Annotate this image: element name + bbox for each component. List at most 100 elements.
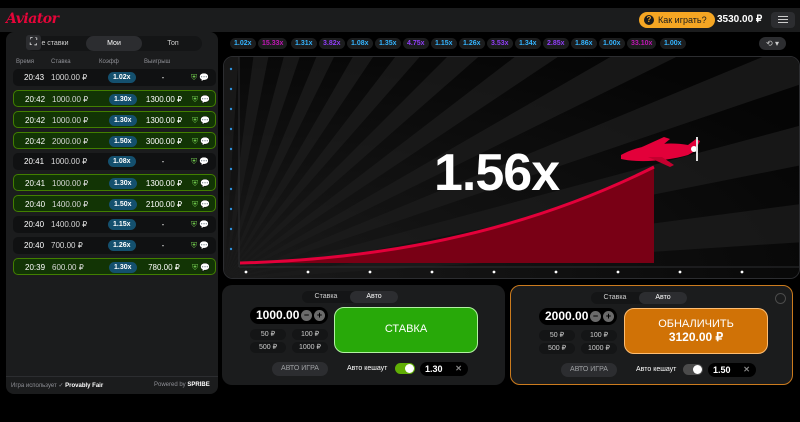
row-time: 20:40 [24,220,45,229]
history-multiplier: 4.75x [403,38,429,49]
cash-out-button[interactable]: ОБНАЛИЧИТЬ 3120.00 ₽ [624,308,768,354]
bet-amount-field[interactable]: 1000.00 − + [250,307,328,324]
bet-panel-1: Ставка Авто 1000.00 − + 50 ₽ 100 ₽ 500 ₽ 10… [222,285,505,385]
verify-icon[interactable]: ⛨ 💬 [192,178,210,189]
provably-fair[interactable]: Игра использует ✓ Provably Fair [11,382,103,389]
y-axis-dot [229,87,233,91]
y-axis-dot [229,167,233,171]
row-time: 20:41 [25,179,46,188]
how-to-play-button[interactable]: ? Как играть? [639,12,715,28]
history-multiplier: 2.85x [543,38,569,49]
row-time: 20:43 [24,73,45,82]
table-row: 20:42 2000.00 ₽ 1.50x 3000.00 ₽ ⛨ 💬 [13,132,216,149]
quick-amount-button[interactable]: 1000 ₽ [292,342,328,353]
col-win: Выигрыш [144,59,171,65]
menu-button[interactable] [771,12,795,28]
verify-icon[interactable]: ⛨ 💬 [191,219,209,230]
verify-icon[interactable]: ⛨ 💬 [192,136,210,147]
tab-auto[interactable]: Авто [350,291,398,303]
x-axis-dot [740,270,744,274]
y-axis-dot [229,67,233,71]
col-time: Время [16,59,35,65]
verify-icon[interactable]: ⛨ 💬 [192,262,210,273]
top-bar: Aviator ? Как играть? 3530.00 ₽ [0,8,800,32]
history-multiplier: 15.33x [258,38,288,49]
auto-cashout-toggle[interactable] [395,363,415,374]
row-time: 20:40 [24,241,45,250]
row-time: 20:42 [25,116,46,125]
bet-amount-field[interactable]: 2000.00 − + [539,308,617,325]
x-axis-dot [678,270,682,274]
remove-panel-icon[interactable] [775,293,786,304]
row-bet: 600.00 ₽ [52,263,84,272]
auto-cashout-field[interactable]: 1.30 ✕ [420,362,468,376]
clear-icon[interactable]: ✕ [743,363,750,377]
clear-icon[interactable]: ✕ [455,362,462,376]
auto-cashout-field[interactable]: 1.50 ✕ [708,363,756,377]
y-axis-dot [229,227,233,231]
table-row: 20:40 700.00 ₽ 1.26x - ⛨ 💬 [13,237,216,254]
quick-amount-button[interactable]: 100 ₽ [292,329,328,340]
verify-icon[interactable]: ⛨ 💬 [192,115,210,126]
button-label: ОБНАЛИЧИТЬ [658,318,734,330]
quick-amount-button[interactable]: 50 ₽ [250,329,286,340]
row-time: 20:42 [25,137,46,146]
tab-my-bets[interactable]: Мои [86,36,142,51]
auto-cashout-value: 1.30 [425,364,443,374]
place-bet-button[interactable]: СТАВКА [334,307,478,353]
verify-icon[interactable]: ⛨ 💬 [191,156,209,167]
tab-bet[interactable]: Ставка [302,291,350,303]
bets-tabs: е ставки Мои Топ [26,36,202,51]
plus-icon[interactable]: + [603,311,614,322]
bet-amount-value: 2000.00 [545,309,589,323]
row-win: 780.00 ₽ [148,263,180,272]
auto-cashout-label: Авто кешаут [347,365,388,372]
verify-icon[interactable]: ⛨ 💬 [191,72,209,83]
button-label: СТАВКА [384,323,428,335]
row-win: - [161,157,165,166]
y-axis-dot [229,207,233,211]
expand-icon[interactable]: ⛶ [26,35,41,50]
history-multiplier: 1.26x [459,38,485,49]
footer-text: Игра использует [11,383,57,389]
history-multiplier: 1.00x [660,38,686,49]
x-axis-dot [244,270,248,274]
row-bet: 1000.00 ₽ [52,179,89,188]
table-row: 20:40 1400.00 ₽ 1.15x - ⛨ 💬 [13,216,216,233]
question-icon: ? [644,15,654,25]
history-multiplier: 33.10x [627,38,657,49]
aviator-logo[interactable]: Aviator [6,11,59,27]
tab-top[interactable]: Топ [144,36,202,51]
col-bet: Ставка [51,59,71,65]
verify-icon[interactable]: ⛨ 💬 [192,94,210,105]
quick-amount-button[interactable]: 500 ₽ [250,342,286,353]
history-toggle-button[interactable]: ⟲ ▾ [759,37,786,50]
quick-amount-button[interactable]: 100 ₽ [581,330,617,341]
row-win: - [161,241,165,250]
quick-amount-button[interactable]: 50 ₽ [539,330,575,341]
row-coef-badge: 1.08x [108,156,136,167]
quick-amount-button[interactable]: 1000 ₽ [581,343,617,354]
bet-mode-switch: Ставка Авто [302,291,398,303]
tab-auto[interactable]: Авто [639,292,687,304]
powered-text: Powered by [154,382,186,388]
auto-cashout-toggle[interactable] [683,364,703,375]
auto-play-button[interactable]: АВТО ИГРА [272,362,328,376]
y-axis-dot [229,107,233,111]
minus-icon[interactable]: − [301,310,312,321]
quick-amount-button[interactable]: 500 ₽ [539,343,575,354]
minus-icon[interactable]: − [590,311,601,322]
plus-icon[interactable]: + [314,310,325,321]
row-time: 20:41 [24,157,45,166]
verify-icon[interactable]: ⛨ 💬 [191,240,209,251]
history-multiplier: 1.86x [571,38,597,49]
tab-bet[interactable]: Ставка [591,292,639,304]
history-icon: ⟲ ▾ [766,39,779,48]
row-win: 2100.00 ₽ [145,200,183,209]
powered-by: Powered by SPRIBE [154,382,210,388]
auto-cashout-label: Авто кешаут [636,366,677,373]
auto-play-button[interactable]: АВТО ИГРА [561,363,617,377]
verify-icon[interactable]: ⛨ 💬 [192,199,210,210]
spribe-logo: SPRIBE [187,382,210,388]
x-axis-dot [616,270,620,274]
